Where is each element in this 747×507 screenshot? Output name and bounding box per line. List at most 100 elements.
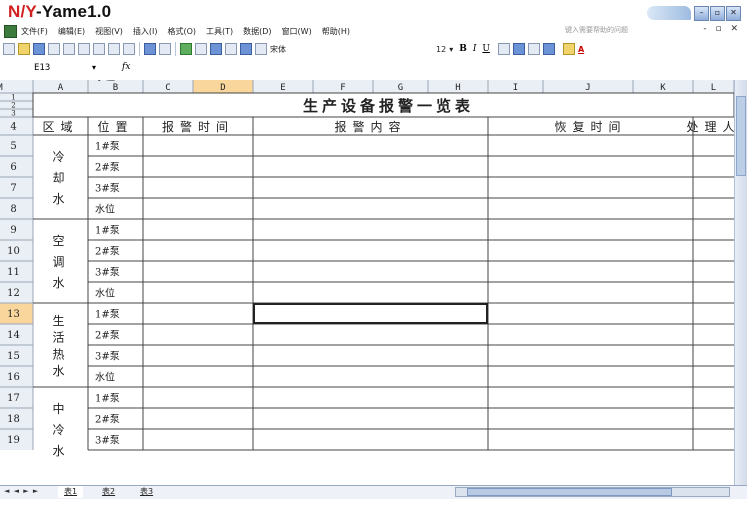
active-cell-outline[interactable] <box>253 303 488 324</box>
menu-item-view[interactable]: 视图(V) <box>95 26 123 37</box>
font-color-button[interactable]: A <box>578 45 584 54</box>
hyperlink-icon[interactable] <box>180 43 192 55</box>
workbook-window-controls[interactable]: - ▫ ✕ <box>703 24 741 34</box>
row-header-19: 19 <box>7 435 20 446</box>
position-cell: 2#泵 <box>95 162 120 174</box>
help-icon[interactable] <box>240 43 252 55</box>
redo-icon[interactable] <box>159 43 171 55</box>
row-header-5: 5 <box>10 141 16 152</box>
area-label-3-char: 活 <box>52 331 64 345</box>
position-cell: 3#泵 <box>95 351 120 363</box>
align-left-icon[interactable] <box>497 43 510 55</box>
font-name-select[interactable]: 宋体 <box>270 44 286 55</box>
save-icon[interactable] <box>33 43 45 55</box>
position-cell: 水位 <box>95 371 115 384</box>
row-header-2: 2 <box>11 102 15 110</box>
spelling-icon[interactable] <box>108 43 120 55</box>
merge-center-icon[interactable] <box>542 43 555 55</box>
print-icon[interactable] <box>78 43 90 55</box>
sheet-tab-2[interactable]: 表2 <box>96 486 121 498</box>
menu-item-tools[interactable]: 工具(T) <box>206 26 233 37</box>
row-header-1: 1 <box>11 94 15 102</box>
position-cell: 2#泵 <box>95 330 120 342</box>
column-header-H: H <box>455 83 460 93</box>
open-icon[interactable] <box>18 43 30 55</box>
font-size-select[interactable]: 12 <box>436 45 446 54</box>
new-icon[interactable] <box>3 43 15 55</box>
toolbar-divider <box>175 42 176 56</box>
row-header-7: 7 <box>10 183 16 194</box>
copy-icon[interactable] <box>123 43 135 55</box>
align-center-icon[interactable] <box>512 43 525 55</box>
horizontal-scroll-thumb[interactable] <box>467 488 672 496</box>
font-size-dropdown-icon[interactable]: ▾ <box>449 45 453 54</box>
row-header-9: 9 <box>10 225 16 236</box>
position-cell: 水位 <box>95 80 115 83</box>
tab-navigation-arrows[interactable]: ◄ ◄ ► ► <box>4 487 39 495</box>
print-preview-icon[interactable] <box>93 43 105 55</box>
email-icon[interactable] <box>63 43 75 55</box>
menu-item-help[interactable]: 帮助(H) <box>322 26 350 37</box>
position-cell: 3#泵 <box>95 183 120 195</box>
area-label-4-char: 冷 <box>52 423 64 437</box>
office-logo-icon <box>647 6 691 20</box>
position-cell: 1#泵 <box>95 309 120 321</box>
area-label-2-char: 水 <box>52 276 64 290</box>
name-box-dropdown-icon[interactable]: ▾ <box>92 63 96 72</box>
permission-icon[interactable] <box>48 43 60 55</box>
header-recovery-time: 恢复时间 <box>554 120 626 134</box>
workbook-icon[interactable] <box>4 24 17 38</box>
header-handler: 处理人 <box>686 120 734 134</box>
toolbar-divider <box>139 42 140 56</box>
menu-item-edit[interactable]: 编辑(E) <box>58 26 85 37</box>
column-header-E: E <box>280 83 285 93</box>
menu-item-format[interactable]: 格式(O) <box>167 26 196 37</box>
menu-item-window[interactable]: 窗口(W) <box>282 26 312 37</box>
row-header-16: 16 <box>7 372 20 383</box>
column-header-D: D <box>220 83 225 93</box>
row-header-11: 11 <box>7 267 20 278</box>
function-icon[interactable]: fx <box>122 62 130 72</box>
undo-icon[interactable] <box>144 43 156 55</box>
column-header-A: A <box>58 83 64 93</box>
spreadsheet-grid[interactable]: ABCDEFGHIJKLM123456789101112131415161718… <box>0 80 747 485</box>
sheet-tab-3[interactable]: 表3 <box>134 486 159 498</box>
position-cell: 3#泵 <box>95 435 120 447</box>
row-header-10: 10 <box>7 246 20 257</box>
chart-wizard-icon[interactable] <box>225 43 237 55</box>
sort-ascending-icon[interactable] <box>210 43 222 55</box>
help-search-input[interactable]: 键入需要帮助的问题 <box>565 25 661 36</box>
app-title: N/Y-Yame1.0 <box>8 2 111 22</box>
vertical-scrollbar[interactable] <box>734 80 747 485</box>
underline-button[interactable]: U <box>482 44 490 54</box>
row-header-17: 17 <box>7 393 20 404</box>
close-icon[interactable]: ✕ <box>726 5 741 21</box>
header-alarm-content: 报警内容 <box>334 119 406 134</box>
area-label-4-char: 水 <box>52 444 64 458</box>
row-header-14: 14 <box>7 330 20 341</box>
header-area: 区域 <box>42 120 78 134</box>
toolbar-options-icon[interactable] <box>255 43 267 55</box>
autosum-icon[interactable] <box>195 43 207 55</box>
menu-item-file[interactable]: 文件(F) <box>21 26 48 37</box>
restore-icon[interactable]: ▫ <box>710 5 725 21</box>
menu-item-insert[interactable]: 插入(I) <box>133 26 158 37</box>
position-cell: 2#泵 <box>95 414 120 426</box>
header-alarm-time: 报警时间 <box>162 119 234 134</box>
fill-color-icon[interactable] <box>562 43 575 55</box>
bold-button[interactable]: B <box>459 44 467 54</box>
row-header-8: 8 <box>10 204 16 215</box>
sheet-tab-1[interactable]: 表1 <box>58 486 84 498</box>
minimize-icon[interactable]: – <box>694 5 709 21</box>
column-header-L: L <box>711 83 716 93</box>
row-header-15: 15 <box>7 351 20 362</box>
area-label-1-char: 水 <box>52 192 64 206</box>
sheet-tab-bar: ◄ ◄ ► ► 表1 表2 表3 <box>0 485 747 499</box>
horizontal-scrollbar[interactable] <box>455 487 730 497</box>
vertical-scroll-thumb[interactable] <box>736 96 746 176</box>
name-box[interactable]: E13 <box>34 63 50 73</box>
app-title-brand: N/Y <box>8 2 37 21</box>
menu-item-data[interactable]: 数据(D) <box>243 26 271 37</box>
italic-button[interactable]: I <box>473 44 477 54</box>
align-right-icon[interactable] <box>527 43 540 55</box>
